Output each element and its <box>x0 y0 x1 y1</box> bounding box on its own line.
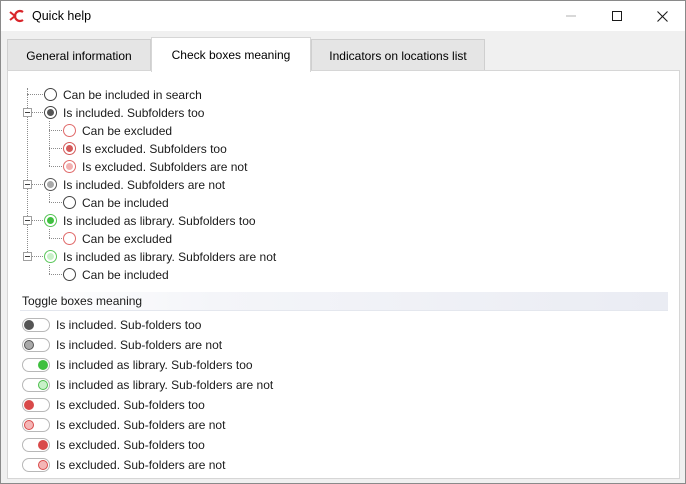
checkbox-sample <box>63 142 76 155</box>
tree-line <box>49 274 62 275</box>
toggle-label: Is included. Sub-folders are not <box>56 338 223 352</box>
tree-line <box>49 148 62 149</box>
tree-item-label: Is excluded. Subfolders too <box>82 142 227 156</box>
checkbox-sample <box>44 250 57 263</box>
tree-line <box>49 229 50 238</box>
tree-item-label: Can be included <box>82 196 169 210</box>
toggle-sample <box>22 318 50 332</box>
tree-line <box>32 256 43 257</box>
maximize-icon <box>612 11 622 21</box>
tree-item-label: Can be excluded <box>82 124 173 138</box>
tree-line <box>49 238 62 239</box>
tab-label: Check boxes meaning <box>171 48 291 62</box>
toggle-legend-row: Is excluded. Sub-folders are not <box>20 415 420 435</box>
toggle-label: Is excluded. Sub-folders too <box>56 398 205 412</box>
tree-line <box>27 94 43 95</box>
checkbox-sample <box>63 196 76 209</box>
tree-line <box>49 193 50 202</box>
tree-line <box>32 220 43 221</box>
tree-item-label: Is included as library. Subfolders too <box>63 214 256 228</box>
title-bar: Quick help <box>1 1 685 31</box>
toggle-legend-row: Is included. Sub-folders too <box>20 315 420 335</box>
tree-item-label: Is excluded. Subfolders are not <box>82 160 248 174</box>
tree-line <box>49 121 50 166</box>
toggle-sample <box>22 338 50 352</box>
toggle-legend-row: Is excluded. Sub-folders too <box>20 435 420 455</box>
tree-line <box>49 166 62 167</box>
quick-help-window: Quick help General information Check box… <box>0 0 686 484</box>
toggle-label: Is excluded. Sub-folders are not <box>56 418 226 432</box>
toggle-label: Is included. Sub-folders too <box>56 318 202 332</box>
tab-indicators-on-locations-list[interactable]: Indicators on locations list <box>311 39 485 71</box>
toggle-section-header: Toggle boxes meaning <box>20 292 668 311</box>
checkbox-sample <box>63 268 76 281</box>
tree-item-label: Is included. Subfolders are not <box>63 178 226 192</box>
close-button[interactable] <box>639 1 685 31</box>
tree-item-label: Can be included in search <box>63 88 202 102</box>
tree-item-label: Is included as library. Subfolders are n… <box>63 250 277 264</box>
checkbox-sample <box>44 88 57 101</box>
checkbox-sample <box>44 214 57 227</box>
tree-expander-collapse[interactable] <box>23 180 32 189</box>
check-boxes-panel: Can be included in search Is included. S… <box>7 70 680 479</box>
checkbox-legend-tree: Can be included in search Is included. S… <box>8 71 680 291</box>
toggle-sample <box>22 458 50 472</box>
toggle-sample <box>22 398 50 412</box>
tree-item-label: Is included. Subfolders too <box>63 106 205 120</box>
toggle-sample <box>22 378 50 392</box>
section-title: Toggle boxes meaning <box>22 294 143 308</box>
toggle-sample <box>22 358 50 372</box>
checkbox-sample <box>63 232 76 245</box>
toggle-label: Is excluded. Sub-folders are not <box>56 458 226 472</box>
tab-check-boxes-meaning[interactable]: Check boxes meaning <box>151 37 311 72</box>
toggle-label: Is included as library. Sub-folders are … <box>56 378 274 392</box>
toggle-legend-row: Is included as library. Sub-folders are … <box>20 375 420 395</box>
tree-line <box>49 130 62 131</box>
tree-line <box>32 184 43 185</box>
close-icon <box>656 10 668 22</box>
checkbox-sample <box>44 178 57 191</box>
tree-line <box>49 265 50 274</box>
tree-line <box>32 112 43 113</box>
tree-expander-collapse[interactable] <box>23 216 32 225</box>
maximize-button[interactable] <box>594 1 640 31</box>
minimize-button[interactable] <box>548 1 594 31</box>
toggle-legend-row: Is included as library. Sub-folders too <box>20 355 420 375</box>
toggle-sample <box>22 418 50 432</box>
toggle-legend-row: Is excluded. Sub-folders too <box>20 395 420 415</box>
toggle-legend-row: Is excluded. Sub-folders are not <box>20 455 420 475</box>
tree-item-label: Can be included <box>82 268 169 282</box>
tree-item-label: Can be excluded <box>82 232 173 246</box>
tree-expander-collapse[interactable] <box>23 108 32 117</box>
tree-expander-collapse[interactable] <box>23 252 32 261</box>
toggle-label: Is excluded. Sub-folders too <box>56 438 205 452</box>
tree-line <box>49 202 62 203</box>
toggle-label: Is included as library. Sub-folders too <box>56 358 253 372</box>
tab-general-information[interactable]: General information <box>7 39 151 71</box>
app-logo-icon <box>9 9 24 23</box>
window-title: Quick help <box>32 9 92 23</box>
minimize-icon <box>566 15 576 17</box>
checkbox-sample <box>44 106 57 119</box>
checkbox-sample <box>63 160 76 173</box>
tab-label: General information <box>26 48 132 63</box>
checkbox-sample <box>63 124 76 137</box>
toggle-sample <box>22 438 50 452</box>
tab-label: Indicators on locations list <box>329 48 467 63</box>
toggle-legend-row: Is included. Sub-folders are not <box>20 335 420 355</box>
